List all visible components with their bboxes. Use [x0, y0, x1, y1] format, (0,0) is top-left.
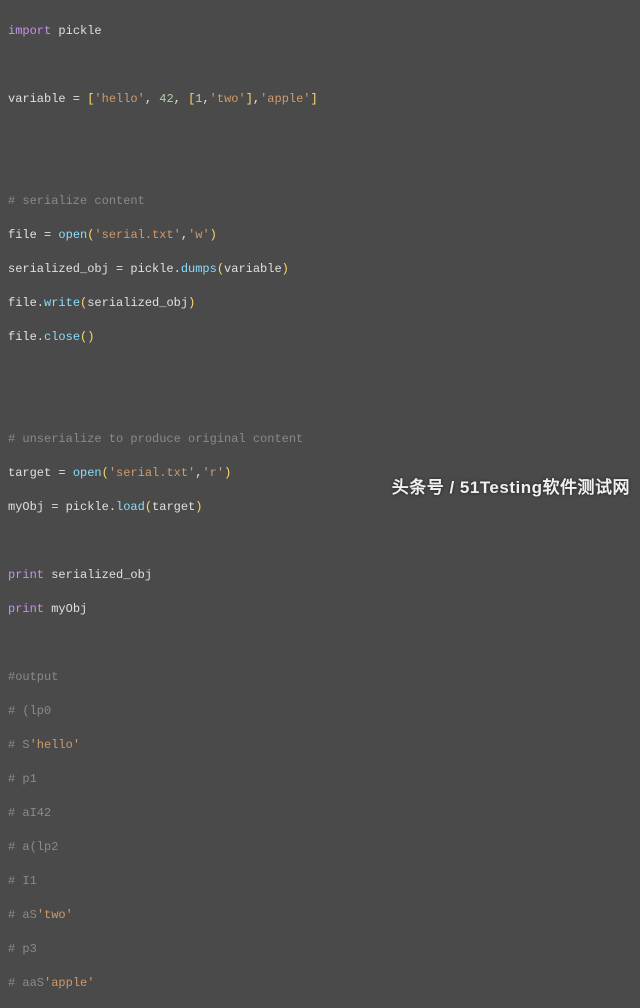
- code-editor[interactable]: import pickle variable = ['hello', 42, […: [8, 6, 632, 1008]
- line: # unserialize to produce original conten…: [8, 431, 632, 448]
- blank-line: [8, 57, 632, 74]
- line: #output: [8, 669, 632, 686]
- keyword: import: [8, 24, 51, 38]
- line: # S'hello': [8, 737, 632, 754]
- blank-line: [8, 363, 632, 380]
- line: # p3: [8, 941, 632, 958]
- line: print myObj: [8, 601, 632, 618]
- blank-line: [8, 533, 632, 550]
- comment: # serialize content: [8, 194, 145, 208]
- line: # p1: [8, 771, 632, 788]
- line: # aaS'apple': [8, 975, 632, 992]
- line: # serialize content: [8, 193, 632, 210]
- module-name: pickle: [51, 24, 101, 38]
- blank-line: [8, 397, 632, 414]
- line: myObj = pickle.load(target): [8, 499, 632, 516]
- line: file = open('serial.txt','w'): [8, 227, 632, 244]
- line: serialized_obj = pickle.dumps(variable): [8, 261, 632, 278]
- blank-line: [8, 635, 632, 652]
- blank-line: [8, 159, 632, 176]
- blank-line: [8, 125, 632, 142]
- line: file.write(serialized_obj): [8, 295, 632, 312]
- line: # aS'two': [8, 907, 632, 924]
- line: # aI42: [8, 805, 632, 822]
- comment: # unserialize to produce original conten…: [8, 432, 303, 446]
- line: # (lp0: [8, 703, 632, 720]
- line: import pickle: [8, 23, 632, 40]
- line: # I1: [8, 873, 632, 890]
- line: # a(lp2: [8, 839, 632, 856]
- line: file.close(): [8, 329, 632, 346]
- line: print serialized_obj: [8, 567, 632, 584]
- line: variable = ['hello', 42, [1,'two'],'appl…: [8, 91, 632, 108]
- watermark-text: 头条号 / 51Testing软件测试网: [392, 479, 630, 496]
